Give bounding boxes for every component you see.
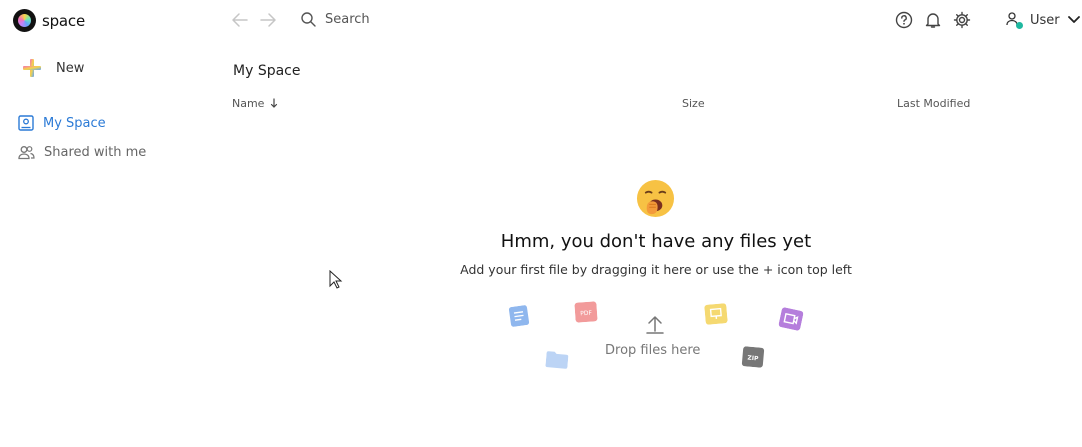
empty-state-title: Hmm, you don't have any files yet (500, 231, 812, 252)
help-icon[interactable] (895, 11, 913, 29)
zip-file-icon: ZIP (741, 346, 765, 368)
pdf-file-icon: PDF (574, 301, 598, 323)
user-icon (1006, 11, 1023, 29)
new-button[interactable]: New (23, 59, 84, 77)
user-menu[interactable]: User (1006, 11, 1080, 29)
yawning-emoji (636, 179, 675, 218)
gear-icon[interactable] (953, 11, 971, 29)
slides-file-icon (704, 303, 728, 325)
column-header-size[interactable]: Size (682, 97, 705, 110)
svg-text:ZIP: ZIP (747, 355, 759, 363)
drop-zone-label[interactable]: Drop files here (605, 343, 700, 358)
document-file-icon (508, 305, 530, 327)
bell-icon[interactable] (924, 11, 942, 29)
new-button-label: New (56, 60, 85, 76)
history-navigation (231, 11, 277, 29)
shared-users-icon (18, 146, 35, 160)
svg-text:PDF: PDF (580, 310, 593, 318)
space-logo-icon (13, 9, 36, 32)
online-status-dot (1016, 22, 1023, 29)
app-logo[interactable]: space (13, 9, 85, 32)
top-actions (895, 11, 971, 29)
sidebar-item-label: Shared with me (44, 145, 147, 160)
empty-state-subtitle: Add your first file by dragging it here … (460, 262, 852, 277)
sidebar-item-shared[interactable]: Shared with me (18, 145, 146, 160)
page-title: My Space (233, 63, 301, 79)
video-file-icon (778, 307, 804, 331)
sidebar-item-label: My Space (43, 115, 106, 131)
search-bar[interactable]: Search (300, 11, 370, 27)
chevron-down-icon[interactable] (1067, 16, 1080, 24)
search-icon (301, 12, 316, 27)
back-arrow-icon[interactable] (231, 11, 249, 29)
mouse-cursor-icon (329, 270, 343, 289)
folder-icon (545, 351, 569, 369)
forward-arrow-icon[interactable] (259, 11, 277, 29)
app-name: space (42, 11, 86, 30)
upload-arrow-icon (646, 316, 664, 334)
my-space-icon (18, 115, 34, 131)
sort-down-icon (270, 98, 278, 108)
sidebar-item-my-space[interactable]: My Space (18, 115, 106, 131)
column-header-name[interactable]: Name (232, 97, 278, 110)
plus-icon (23, 59, 41, 77)
search-input[interactable]: Search (325, 12, 370, 27)
column-header-last-modified[interactable]: Last Modified (897, 97, 970, 110)
user-name: User (1030, 12, 1060, 28)
